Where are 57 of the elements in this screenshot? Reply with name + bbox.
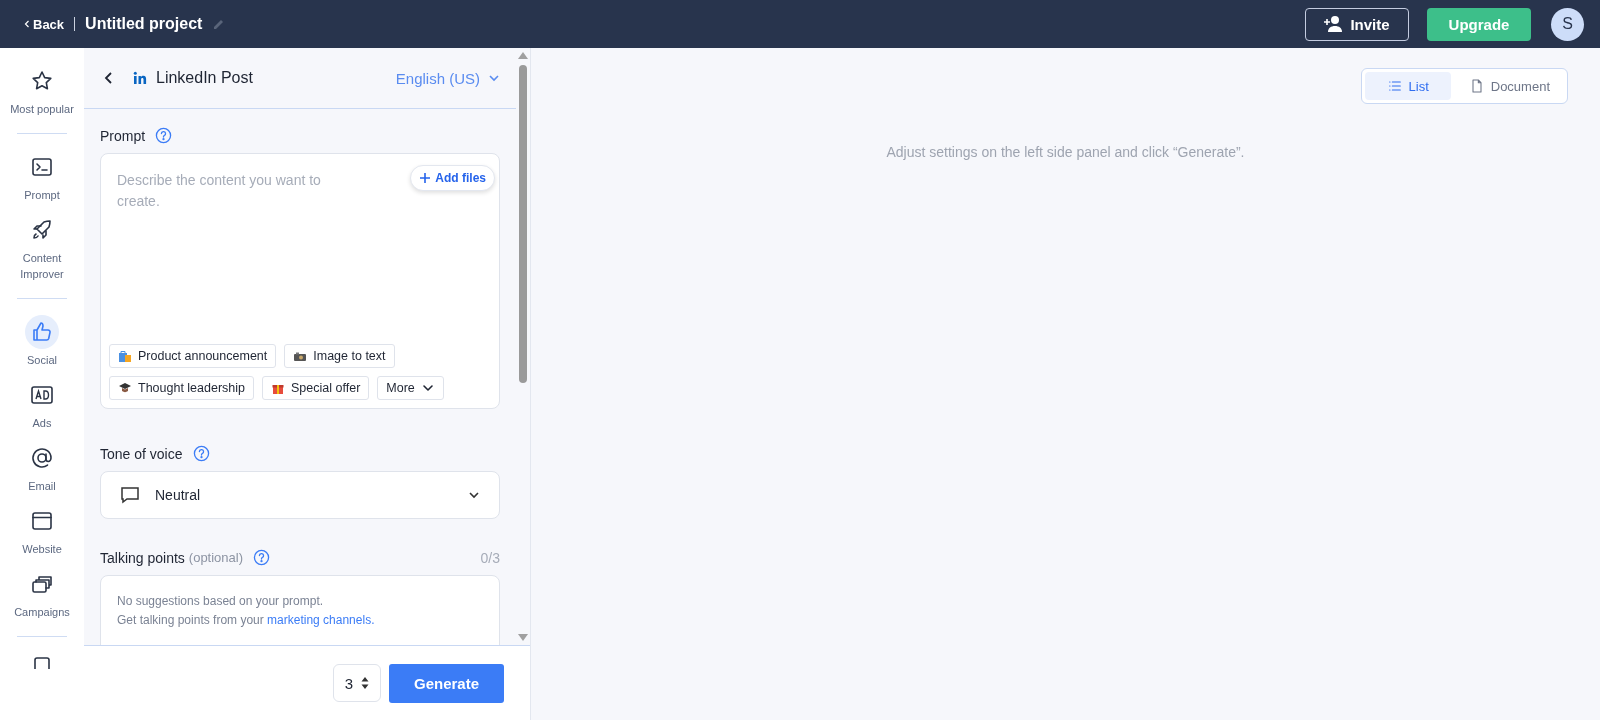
talking-points-count: 0/3 bbox=[480, 549, 500, 566]
tone-dropdown[interactable]: Neutral bbox=[100, 471, 500, 519]
user-avatar[interactable]: S bbox=[1551, 7, 1584, 41]
chevron-left-icon bbox=[24, 20, 30, 28]
nav-item[interactable]: Website bbox=[0, 502, 84, 565]
at-sign-icon bbox=[30, 446, 54, 470]
language-dropdown[interactable]: English (US) bbox=[395, 69, 500, 87]
list-icon bbox=[1386, 78, 1403, 94]
add-files-button[interactable]: Add files bbox=[410, 165, 495, 191]
template-chip[interactable]: Special offer bbox=[262, 376, 370, 400]
star-icon bbox=[30, 69, 54, 93]
marketing-channels-link[interactable]: marketing channels. bbox=[267, 613, 375, 627]
more-button[interactable]: More bbox=[377, 376, 444, 400]
nav-item[interactable]: Campaigns bbox=[0, 565, 84, 628]
nav-item[interactable]: Most popular bbox=[0, 62, 84, 125]
view-tab[interactable]: Document bbox=[1454, 72, 1564, 100]
section-label: Talking points bbox=[100, 549, 185, 566]
panel-title: LinkedIn Post bbox=[156, 69, 254, 87]
hint-text: Get talking points from your marketing channels. bbox=[117, 612, 376, 629]
template-chip[interactable]: Product announcement bbox=[109, 344, 277, 368]
linkedin-icon bbox=[132, 70, 148, 86]
view-tab[interactable]: List bbox=[1364, 72, 1451, 100]
help-icon[interactable] bbox=[253, 549, 271, 566]
stepper-arrows-icon bbox=[361, 676, 370, 690]
graduation-cap-icon bbox=[118, 381, 132, 395]
template-chip[interactable]: Image to text bbox=[284, 344, 395, 368]
section-label: Prompt bbox=[100, 127, 146, 144]
help-icon[interactable] bbox=[155, 127, 173, 144]
add-user-icon bbox=[1324, 15, 1345, 33]
nav-item[interactable]: Email bbox=[0, 439, 84, 502]
nav-item[interactable]: Ads bbox=[0, 376, 84, 439]
browser-window-icon bbox=[30, 509, 54, 533]
plus-icon bbox=[419, 172, 432, 184]
ad-icon bbox=[30, 383, 54, 407]
rocket-icon bbox=[30, 218, 54, 242]
empty-state-message: Adjust settings on the left side panel and click “Generate”. bbox=[886, 144, 1245, 160]
speech-bubble-icon bbox=[119, 484, 141, 506]
hint-text: No suggestions based on your prompt. bbox=[117, 593, 325, 610]
shopping-bag-icon bbox=[118, 349, 132, 363]
quantity-stepper[interactable]: 3 bbox=[333, 664, 381, 702]
scroll-up-icon bbox=[518, 52, 528, 59]
project-title: Untitled project bbox=[85, 15, 203, 33]
chevron-down-icon bbox=[488, 72, 500, 84]
nav-item[interactable]: Social bbox=[0, 313, 84, 376]
nav-item[interactable]: Content Improver bbox=[0, 211, 84, 290]
help-icon[interactable] bbox=[192, 445, 210, 462]
optional-note: (optional) bbox=[188, 550, 244, 565]
invite-button[interactable]: Invite bbox=[1305, 7, 1409, 41]
generate-button[interactable]: Generate bbox=[389, 663, 504, 703]
scroll-down-icon bbox=[518, 634, 528, 641]
prompt-input[interactable]: Describe the content you want to create. bbox=[109, 170, 375, 220]
back-button[interactable]: Back bbox=[24, 16, 65, 32]
thumbs-up-icon bbox=[30, 320, 54, 344]
nav-item[interactable]: Prompt bbox=[0, 148, 84, 211]
terminal-icon bbox=[30, 155, 54, 179]
template-chip[interactable]: Thought leadership bbox=[109, 376, 255, 400]
section-label: Tone of voice bbox=[100, 445, 183, 462]
